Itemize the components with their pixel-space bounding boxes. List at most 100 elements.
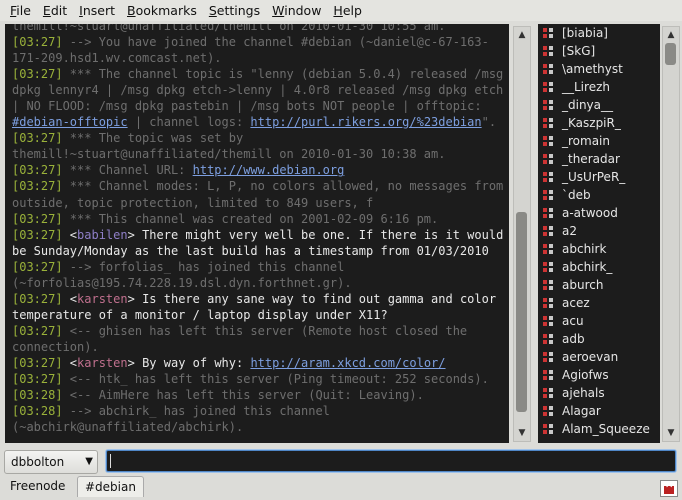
nick-list-item[interactable]: acez (538, 294, 660, 312)
menu-help[interactable]: Help (327, 0, 368, 21)
nick-list-item[interactable]: [biabia] (538, 24, 660, 42)
close-tab-icon[interactable] (660, 480, 678, 497)
nick-list-item[interactable]: abchirk_ (538, 258, 660, 276)
nick-list-item[interactable]: Alagar (538, 402, 660, 420)
user-icon (543, 406, 553, 416)
chat-line: [03:27] <-- htk_ has left this server (P… (12, 371, 505, 387)
nick-label: \amethyst (562, 62, 623, 76)
timestamp: [03:27] (12, 179, 63, 194)
nick-list-item[interactable]: _theradar (538, 150, 660, 168)
nick-list-item[interactable]: [SkG] (538, 42, 660, 60)
nick-list-item[interactable]: `deb (538, 186, 660, 204)
nick-list-item[interactable]: \amethyst (538, 60, 660, 78)
user-icon (543, 244, 553, 254)
user-icon (543, 172, 553, 182)
chat-line: [03:27] --> You have joined the channel … (12, 34, 505, 66)
menu-edit[interactable]: Edit (37, 0, 73, 21)
scroll-up-arrow-icon[interactable]: ▲ (514, 28, 530, 42)
timestamp: [03:28] (12, 388, 63, 403)
nicklist-scrollbar[interactable]: ▲ ▼ (662, 26, 680, 442)
message-input[interactable] (106, 450, 676, 472)
chat-line: themill!~stuart@unaffiliated/themill on … (12, 24, 505, 34)
menu-file[interactable]: File (0, 0, 37, 21)
nick-list-item[interactable]: ajehals (538, 384, 660, 402)
chat-line: [03:28] --> abchirk_ has joined this cha… (12, 403, 505, 435)
chat-link[interactable]: http://purl.rikers.org/%23debian (250, 115, 481, 129)
timestamp: [03:28] (12, 404, 63, 419)
nick-list-item[interactable]: _UsUrPeR_ (538, 168, 660, 186)
nick-list-item[interactable]: acu (538, 312, 660, 330)
user-icon (543, 388, 553, 398)
nick-label: ajehals (562, 386, 605, 400)
tab-freenode[interactable]: Freenode (3, 476, 72, 496)
user-icon (543, 226, 553, 236)
nick-list-item[interactable]: __Lirezh (538, 78, 660, 96)
menu-insert[interactable]: Insert (73, 0, 121, 21)
nick-label: _theradar (562, 152, 620, 166)
nick-label: `deb (562, 188, 591, 202)
user-icon (543, 82, 553, 92)
chat-text: < (62, 291, 78, 306)
nick-label: abchirk_ (562, 260, 613, 274)
chat-line: [03:27] <karsten> By way of why: http://… (12, 355, 505, 371)
nick-label: _UsUrPeR_ (562, 170, 626, 184)
nick-label: Agiofws (562, 368, 609, 382)
chat-text: <-- AimHere has left this server (Quit: … (62, 388, 424, 403)
nick-label: Alam_Squeeze (562, 422, 650, 436)
scrollbar-thumb[interactable] (665, 43, 676, 65)
scroll-down-arrow-icon[interactable]: ▼ (663, 426, 679, 440)
nick-list-item[interactable]: adb (538, 330, 660, 348)
nick-list-item[interactable]: _dinya__ (538, 96, 660, 114)
chat-text: --> forfolias_ has joined this channel (… (12, 259, 352, 290)
nick-label: _romain (562, 134, 610, 148)
nick-list-item[interactable]: Agiofws (538, 366, 660, 384)
scroll-down-arrow-icon[interactable]: ▼ (514, 426, 530, 440)
timestamp: [03:27] (12, 67, 63, 82)
chat-line: [03:27] *** Channel modes: L, P, no colo… (12, 178, 505, 210)
chat-text: *** The topic was set by themill!~stuart… (12, 131, 446, 162)
user-icon (543, 316, 553, 326)
menu-settings[interactable]: Settings (203, 0, 266, 21)
chat-lines: themill!~stuart@unaffiliated/themill on … (12, 24, 505, 435)
timestamp: [03:27] (12, 163, 63, 178)
nick-list-item[interactable]: _KaszpiR_ (538, 114, 660, 132)
nickname-combobox[interactable]: dbbolton ▼ (4, 450, 98, 474)
chat-link[interactable]: http://aram.xkcd.com/color/ (250, 356, 445, 370)
user-icon (543, 298, 553, 308)
nick-name: karsten (77, 291, 128, 306)
chat-scrollbar[interactable]: ▲ ▼ (513, 26, 531, 442)
timestamp: [03:27] (12, 227, 63, 242)
user-icon (543, 118, 553, 128)
nick-list-item[interactable]: a-atwood (538, 204, 660, 222)
nick-label: abchirk (562, 242, 607, 256)
nick-list-item[interactable]: a2 (538, 222, 660, 240)
timestamp: [03:27] (12, 211, 63, 226)
chat-text: *** Channel modes: L, P, no colors allow… (12, 179, 504, 210)
nick-list-item[interactable]: abchirk (538, 240, 660, 258)
user-icon (543, 370, 553, 380)
chat-text: < (62, 227, 78, 242)
user-icon (543, 208, 553, 218)
nick-label: acez (562, 296, 590, 310)
timestamp: [03:27] (12, 259, 63, 274)
chat-link[interactable]: #debian-offtopic (12, 115, 128, 129)
chat-line: [03:27] *** Channel URL: http://www.debi… (12, 162, 505, 178)
menu-bookmarks[interactable]: Bookmarks (121, 0, 203, 21)
nick-list-item[interactable]: Alam_Squeeze (538, 420, 660, 438)
scrollbar-thumb[interactable] (516, 212, 527, 412)
menu-window[interactable]: Window (266, 0, 327, 21)
chat-link[interactable]: http://www.debian.org (193, 163, 345, 177)
user-icon (543, 64, 553, 74)
nick-list[interactable]: [biabia] [SkG] \amethyst __Lirezh _dinya__ _K… (538, 24, 660, 443)
nick-list-item[interactable]: aeroevan (538, 348, 660, 366)
nick-list-item[interactable]: _romain (538, 132, 660, 150)
chat-line: [03:27] *** The topic was set by themill… (12, 130, 505, 162)
chevron-down-icon[interactable]: ▼ (85, 451, 93, 473)
user-icon (543, 334, 553, 344)
tab-debian[interactable]: #debian (77, 476, 144, 497)
nickname-value: dbbolton (11, 455, 65, 469)
nick-list-item[interactable]: aburch (538, 276, 660, 294)
chat-text: <-- ghisen has left this server (Remote … (12, 323, 468, 354)
chat-view[interactable]: themill!~stuart@unaffiliated/themill on … (5, 24, 509, 443)
scroll-up-arrow-icon[interactable]: ▲ (663, 28, 679, 42)
